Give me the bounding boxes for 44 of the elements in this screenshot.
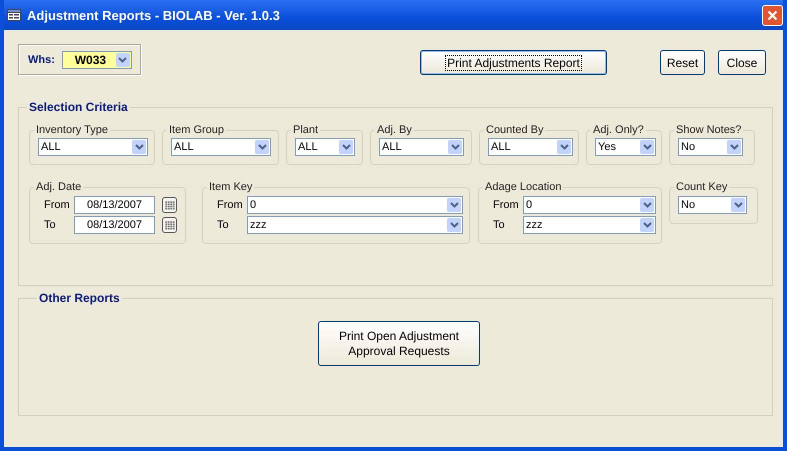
range-row-label: To xyxy=(43,219,57,231)
section-title: Selection Criteria xyxy=(28,100,129,114)
range-row-label: To xyxy=(492,219,506,231)
warehouse-label: Whs: xyxy=(28,54,55,66)
report-button[interactable]: Close xyxy=(718,50,766,75)
range-row-label: From xyxy=(492,199,520,211)
filter-label: Counted By xyxy=(485,124,544,136)
calendar-icon[interactable] xyxy=(162,197,177,213)
filter-label: Show Notes? xyxy=(675,124,742,136)
report-button[interactable]: Print Adjustments Report xyxy=(420,50,607,75)
filter-label: Adj. By xyxy=(376,124,413,136)
close-icon[interactable] xyxy=(762,4,783,26)
window-title: Adjustment Reports - BIOLAB - Ver. 1.0.3 xyxy=(27,8,281,22)
filter-combo[interactable]: Yes xyxy=(595,138,656,156)
filter-label: Inventory Type xyxy=(35,124,109,136)
report-button[interactable]: Reset xyxy=(660,50,705,75)
range-combo[interactable]: 0 xyxy=(247,196,463,214)
filter-combo[interactable]: ALL xyxy=(295,138,355,156)
filter-combo[interactable]: ALL xyxy=(488,138,573,156)
range-label: Item Key xyxy=(208,181,254,193)
range-label: Adj. Date xyxy=(35,181,82,193)
form-icon xyxy=(7,9,21,21)
date-field[interactable]: 08/13/2007 xyxy=(74,196,155,214)
range-row-label: From xyxy=(216,199,244,211)
range-combo[interactable]: zzz xyxy=(523,216,656,234)
range-row-label: To xyxy=(216,219,230,231)
range-combo[interactable]: zzz xyxy=(247,216,463,234)
range-label: Adage Location xyxy=(484,181,562,193)
filter-combo[interactable]: ALL xyxy=(171,138,271,156)
filter-combo[interactable]: ALL xyxy=(38,138,148,156)
date-field[interactable]: 08/13/2007 xyxy=(74,216,155,234)
filter-combo[interactable]: No xyxy=(678,138,743,156)
warehouse-combo[interactable]: W033 xyxy=(62,50,132,68)
range-combo[interactable]: No xyxy=(678,196,747,214)
range-label: Count Key xyxy=(675,181,728,193)
filter-combo[interactable]: ALL xyxy=(379,138,464,156)
range-combo[interactable]: 0 xyxy=(523,196,656,214)
section-title: Other Reports xyxy=(38,291,121,305)
report-button[interactable]: Print Open Adjustment Approval Requests xyxy=(318,321,480,366)
filter-label: Item Group xyxy=(168,124,226,136)
calendar-icon[interactable] xyxy=(162,217,177,233)
filter-label: Adj. Only? xyxy=(592,124,645,136)
range-row-label: From xyxy=(43,199,71,211)
filter-label: Plant xyxy=(292,124,320,136)
